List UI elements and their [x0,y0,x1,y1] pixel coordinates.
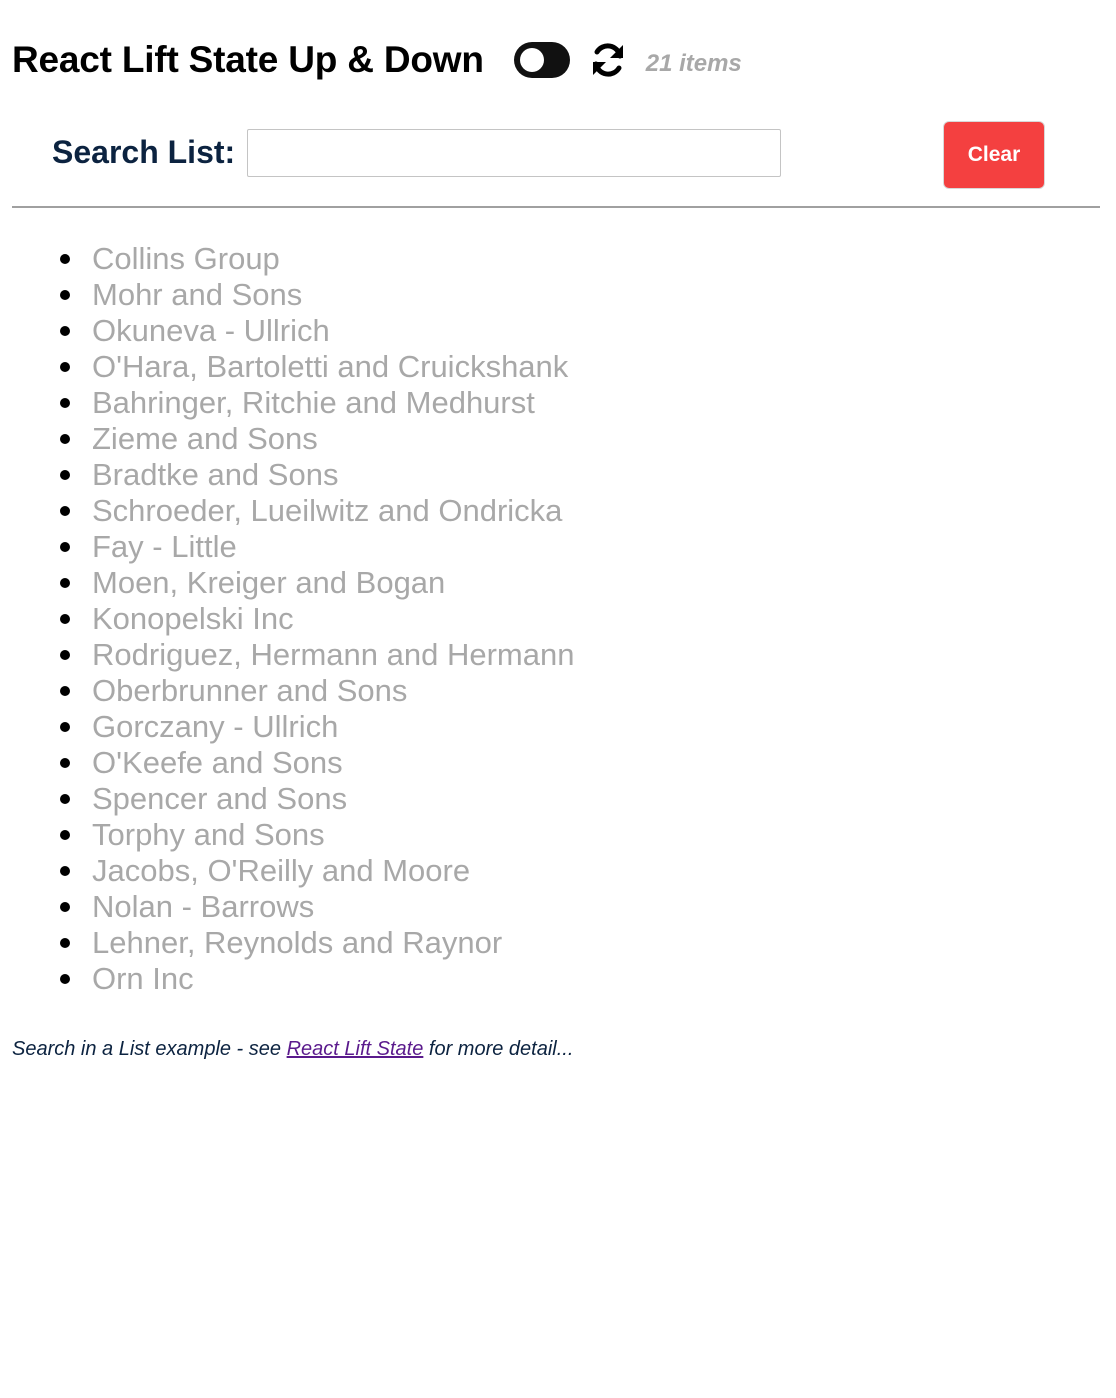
bullet-icon [60,830,70,840]
item-count-label: 21 items [645,50,742,77]
list-item-label: Mohr and Sons [92,277,303,312]
list-item: O'Keefe and Sons [60,745,574,781]
list-item-label: Okuneva - Ullrich [92,313,330,348]
search-label: Search List: [52,134,236,170]
list-item-label: Gorczany - Ullrich [92,709,339,744]
search-input[interactable] [247,129,781,177]
page-title: React Lift State Up & Down [12,39,484,80]
list-item: Schroeder, Lueilwitz and Ondricka [60,493,574,529]
page: React Lift State Up & Down 21 items Sear… [0,0,1116,1398]
bullet-icon [60,650,70,660]
company-list: Collins Group Mohr and Sons Okuneva - Ullr… [60,241,575,997]
list-item: Lehner, Reynolds and Raynor [60,925,574,961]
header: React Lift State Up & Down 21 items [12,30,742,90]
list-item: Rodriguez, Hermann and Hermann [60,637,575,673]
bullet-icon [60,542,70,552]
list-item-label: Lehner, Reynolds and Raynor [92,925,503,960]
bullet-icon [60,578,70,588]
list-item-label: Bradtke and Sons [92,457,339,492]
list-item-label: Zieme and Sons [92,421,318,456]
list-item: Mohr and Sons [60,277,574,313]
bullet-icon [60,866,70,876]
bullet-icon [60,902,70,912]
bullet-icon [60,290,70,300]
list-item-label: Nolan - Barrows [92,889,315,924]
bullet-icon [60,470,70,480]
bullet-icon [60,758,70,768]
clear-button[interactable]: Clear [943,121,1045,189]
footer-suffix: for more detail... [423,1038,574,1060]
bullet-icon [60,686,70,696]
list-item-label: Moen, Kreiger and Bogan [92,565,446,600]
bullet-icon [60,326,70,336]
list-item: Zieme and Sons [60,421,574,457]
list-item-label: Fay - Little [92,529,237,564]
bullet-icon [60,974,70,984]
list-item: Bradtke and Sons [60,457,574,493]
bullet-icon [60,794,70,804]
list-item: Moen, Kreiger and Bogan [60,565,574,601]
list-item-label: Konopelski Inc [92,601,294,636]
list-item-label: Collins Group [92,241,280,276]
list-item-label: Oberbrunner and Sons [92,673,408,708]
list-item: Orn Inc [60,961,574,997]
divider [12,206,1100,208]
list-item-label: Schroeder, Lueilwitz and Ondricka [92,493,563,528]
list-item: Bahringer, Ritchie and Medhurst [60,385,574,421]
react-lift-state-link[interactable]: React Lift State [287,1038,424,1060]
list-item-label: Orn Inc [92,961,194,996]
list-item: Spencer and Sons [60,781,574,817]
bullet-icon [60,722,70,732]
refresh-icon[interactable] [588,40,628,80]
list-item: Jacobs, O'Reilly and Moore [60,853,574,889]
search-row: Search List: Clear [52,120,1046,190]
bullet-icon [60,254,70,264]
list-item-label: Jacobs, O'Reilly and Moore [92,853,471,888]
footer-prefix: Search in a List example - see [12,1038,287,1060]
bullet-icon [60,434,70,444]
bullet-icon [60,362,70,372]
list-item-label: Rodriguez, Hermann and Hermann [92,637,575,672]
list-item: Torphy and Sons [60,817,574,853]
list-item: Oberbrunner and Sons [60,673,574,709]
list-item: Collins Group [60,241,574,277]
list-item: Konopelski Inc [60,601,574,637]
bullet-icon [60,398,70,408]
bullet-icon [60,506,70,516]
footer-note: Search in a List example - see React Lif… [12,1038,573,1061]
bullet-icon [60,614,70,624]
bullet-icon [60,938,70,948]
list-item: Okuneva - Ullrich [60,313,574,349]
list-item-label: O'Keefe and Sons [92,745,343,780]
list-item-label: Bahringer, Ritchie and Medhurst [92,385,535,420]
list-item: Gorczany - Ullrich [60,709,574,745]
toggle-switch-icon[interactable] [513,42,570,78]
list-item-label: Spencer and Sons [92,781,348,816]
list-item-label: Torphy and Sons [92,817,325,852]
list-item: Nolan - Barrows [60,889,574,925]
list-item: Fay - Little [60,529,574,565]
toggle-knob [519,48,544,72]
list-item: O'Hara, Bartoletti and Cruickshank [60,349,574,385]
list-item-label: O'Hara, Bartoletti and Cruickshank [92,349,569,384]
